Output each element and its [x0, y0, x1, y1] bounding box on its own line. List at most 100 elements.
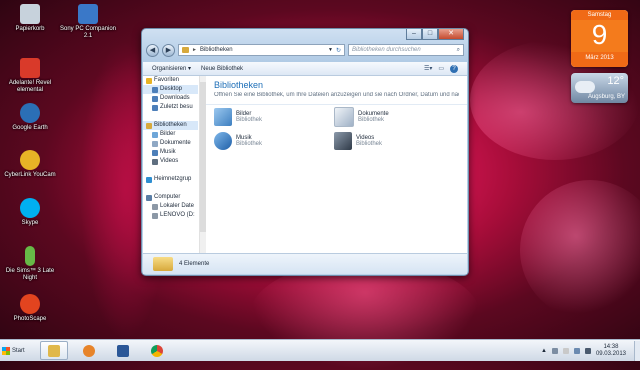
maximize-button[interactable]: □	[422, 29, 438, 40]
tray-app-icon[interactable]	[551, 347, 558, 354]
nav-item[interactable]: Dokumente	[143, 139, 198, 148]
recycle-bin-icon	[20, 4, 40, 24]
nav-item-label: Computer	[154, 194, 181, 200]
desktop-icon-label: Die Sims™ 3 Late Night	[5, 268, 55, 281]
desktop-icon-skype[interactable]: Skype	[0, 198, 60, 227]
photoscape-icon	[20, 294, 40, 314]
breadcrumb-libraries[interactable]: Bibliotheken	[200, 47, 233, 53]
refresh-icon[interactable]: ↻	[336, 47, 341, 54]
music-icon	[152, 149, 158, 156]
desktop-icon-google-earth[interactable]: Google Earth	[0, 103, 60, 132]
explorer-window[interactable]: – □ ✕ ◀ ▶ ► Bibliotheken ▼ ↻ Bibliotheke…	[141, 28, 469, 276]
library-type: Bibliothek	[358, 117, 385, 123]
taskbar-explorer[interactable]	[40, 341, 68, 360]
desktop-icon-sims[interactable]: Die Sims™ 3 Late Night	[0, 246, 60, 282]
computer-icon	[146, 194, 152, 201]
library-item-music[interactable]: Musik Bibliothek	[214, 130, 334, 152]
search-field[interactable]: Bibliotheken durchsuchen ⌕	[348, 44, 464, 56]
new-library-button[interactable]: Neue Bibliothek	[201, 66, 243, 72]
desktop-icon-adelante[interactable]: Adelante! Revel elemental	[0, 58, 60, 94]
item-count: 4 Elemente	[179, 261, 210, 267]
nav-item-label: Musik	[160, 149, 176, 155]
preview-pane-icon[interactable]: ▭	[438, 65, 444, 73]
clock[interactable]: 14:38 09.03.2013	[596, 344, 626, 358]
forward-button[interactable]: ▶	[162, 43, 175, 57]
desktop-icon-label: Sony PC Companion 2.1	[59, 26, 117, 39]
nav-item[interactable]: Desktop	[143, 85, 198, 94]
organize-button[interactable]: Organisieren ▾	[152, 65, 191, 72]
videos-icon	[334, 132, 352, 150]
nav-item[interactable]: Bibliotheken	[143, 121, 198, 130]
nav-scrollbar[interactable]	[199, 76, 206, 253]
view-options-icon[interactable]: ☰▾	[424, 65, 432, 73]
nav-item[interactable]: Computer	[143, 193, 198, 202]
nav-item[interactable]: Zuletzt besu	[143, 103, 198, 112]
system-tray: ▲ 14:38 09.03.2013	[541, 344, 634, 358]
libraries-folder-icon	[153, 257, 173, 271]
drive-icon	[152, 212, 158, 219]
volume-icon[interactable]	[584, 347, 591, 354]
weather-city: Augsburg, BY	[587, 94, 625, 100]
nav-item-label: Desktop	[160, 86, 183, 92]
view-controls: ☰▾ ▭ ?	[424, 64, 458, 73]
nav-item-label: Favoriten	[154, 77, 180, 83]
tray-expand-icon[interactable]: ▲	[541, 348, 547, 354]
media-player-icon	[83, 344, 95, 357]
minimize-button[interactable]: –	[406, 29, 422, 40]
weather-gadget[interactable]: 12° Augsburg, BY	[571, 73, 628, 103]
taskbar-word[interactable]	[110, 342, 136, 359]
window-controls: – □ ✕	[406, 29, 464, 40]
content-pane: Bibliotheken Öffnen Sie eine Bibliothek,…	[206, 76, 467, 253]
drive-icon	[152, 203, 158, 210]
start-button[interactable]: Start	[2, 342, 32, 359]
documents-icon	[334, 107, 354, 127]
nav-item[interactable]: Favoriten	[143, 76, 198, 85]
nav-item-label: Videos	[160, 158, 179, 164]
homegroup-icon	[146, 176, 152, 183]
close-button[interactable]: ✕	[438, 29, 464, 40]
nav-item[interactable]: Musik	[143, 148, 198, 157]
nav-item[interactable]: LENOVO (D:	[143, 211, 198, 220]
recent-icon	[152, 104, 158, 111]
library-type: Bibliothek	[236, 141, 263, 147]
show-desktop-button[interactable]	[634, 340, 640, 361]
youcam-icon	[20, 150, 40, 170]
library-type: Bibliothek	[356, 141, 383, 147]
taskbar: Start ▲ 14:38 09.03.2013	[0, 339, 640, 361]
desktop-icon-label: CyberLink YouCam	[4, 172, 56, 178]
documents-icon	[152, 140, 158, 147]
calendar-gadget[interactable]: Samstag 9 März 2013	[571, 10, 628, 67]
library-header: Bibliotheken Öffnen Sie eine Bibliothek,…	[206, 76, 467, 105]
library-item-documents[interactable]: Dokumente Bibliothek	[334, 106, 454, 128]
clock-date: 09.03.2013	[595, 350, 626, 357]
taskbar-chrome[interactable]	[144, 342, 170, 359]
help-icon[interactable]: ?	[450, 64, 458, 73]
desktop-icon-photoscape[interactable]: PhotoScape	[0, 294, 60, 323]
library-item-pictures[interactable]: Bilder Bibliothek	[214, 106, 334, 128]
desktop-icon-label: Adelante! Revel elemental	[8, 80, 52, 93]
flag-icon[interactable]	[562, 347, 569, 354]
pictures-icon	[152, 131, 158, 138]
desktop-icon	[152, 86, 158, 93]
nav-item[interactable]: Videos	[143, 157, 198, 166]
command-bar: Organisieren ▾ Neue Bibliothek ☰▾ ▭ ?	[143, 62, 467, 76]
downloads-icon	[152, 95, 158, 102]
star-icon	[146, 77, 152, 84]
library-item-videos[interactable]: Videos Bibliothek	[334, 130, 454, 152]
back-button[interactable]: ◀	[146, 43, 159, 57]
network-icon[interactable]	[573, 347, 580, 354]
search-input[interactable]: Bibliotheken durchsuchen	[352, 47, 457, 53]
desktop-icon-recycle-bin[interactable]: Papierkorb	[0, 4, 60, 33]
address-bar[interactable]: ► Bibliotheken ▼ ↻	[178, 44, 345, 56]
desktop-icon-sony[interactable]: Sony PC Companion 2.1	[58, 4, 118, 40]
taskbar-media-player[interactable]	[76, 342, 102, 359]
nav-item[interactable]: Downloads	[143, 94, 198, 103]
music-icon	[214, 132, 232, 150]
desktop-icon-youcam[interactable]: CyberLink YouCam	[0, 150, 60, 179]
nav-item[interactable]: Lokaler Date	[143, 202, 198, 211]
dropdown-arrow-icon[interactable]: ▼	[328, 47, 333, 53]
nav-item[interactable]: Bilder	[143, 130, 198, 139]
skype-icon	[20, 198, 40, 218]
nav-item[interactable]: Heimnetzgrup	[143, 175, 198, 184]
